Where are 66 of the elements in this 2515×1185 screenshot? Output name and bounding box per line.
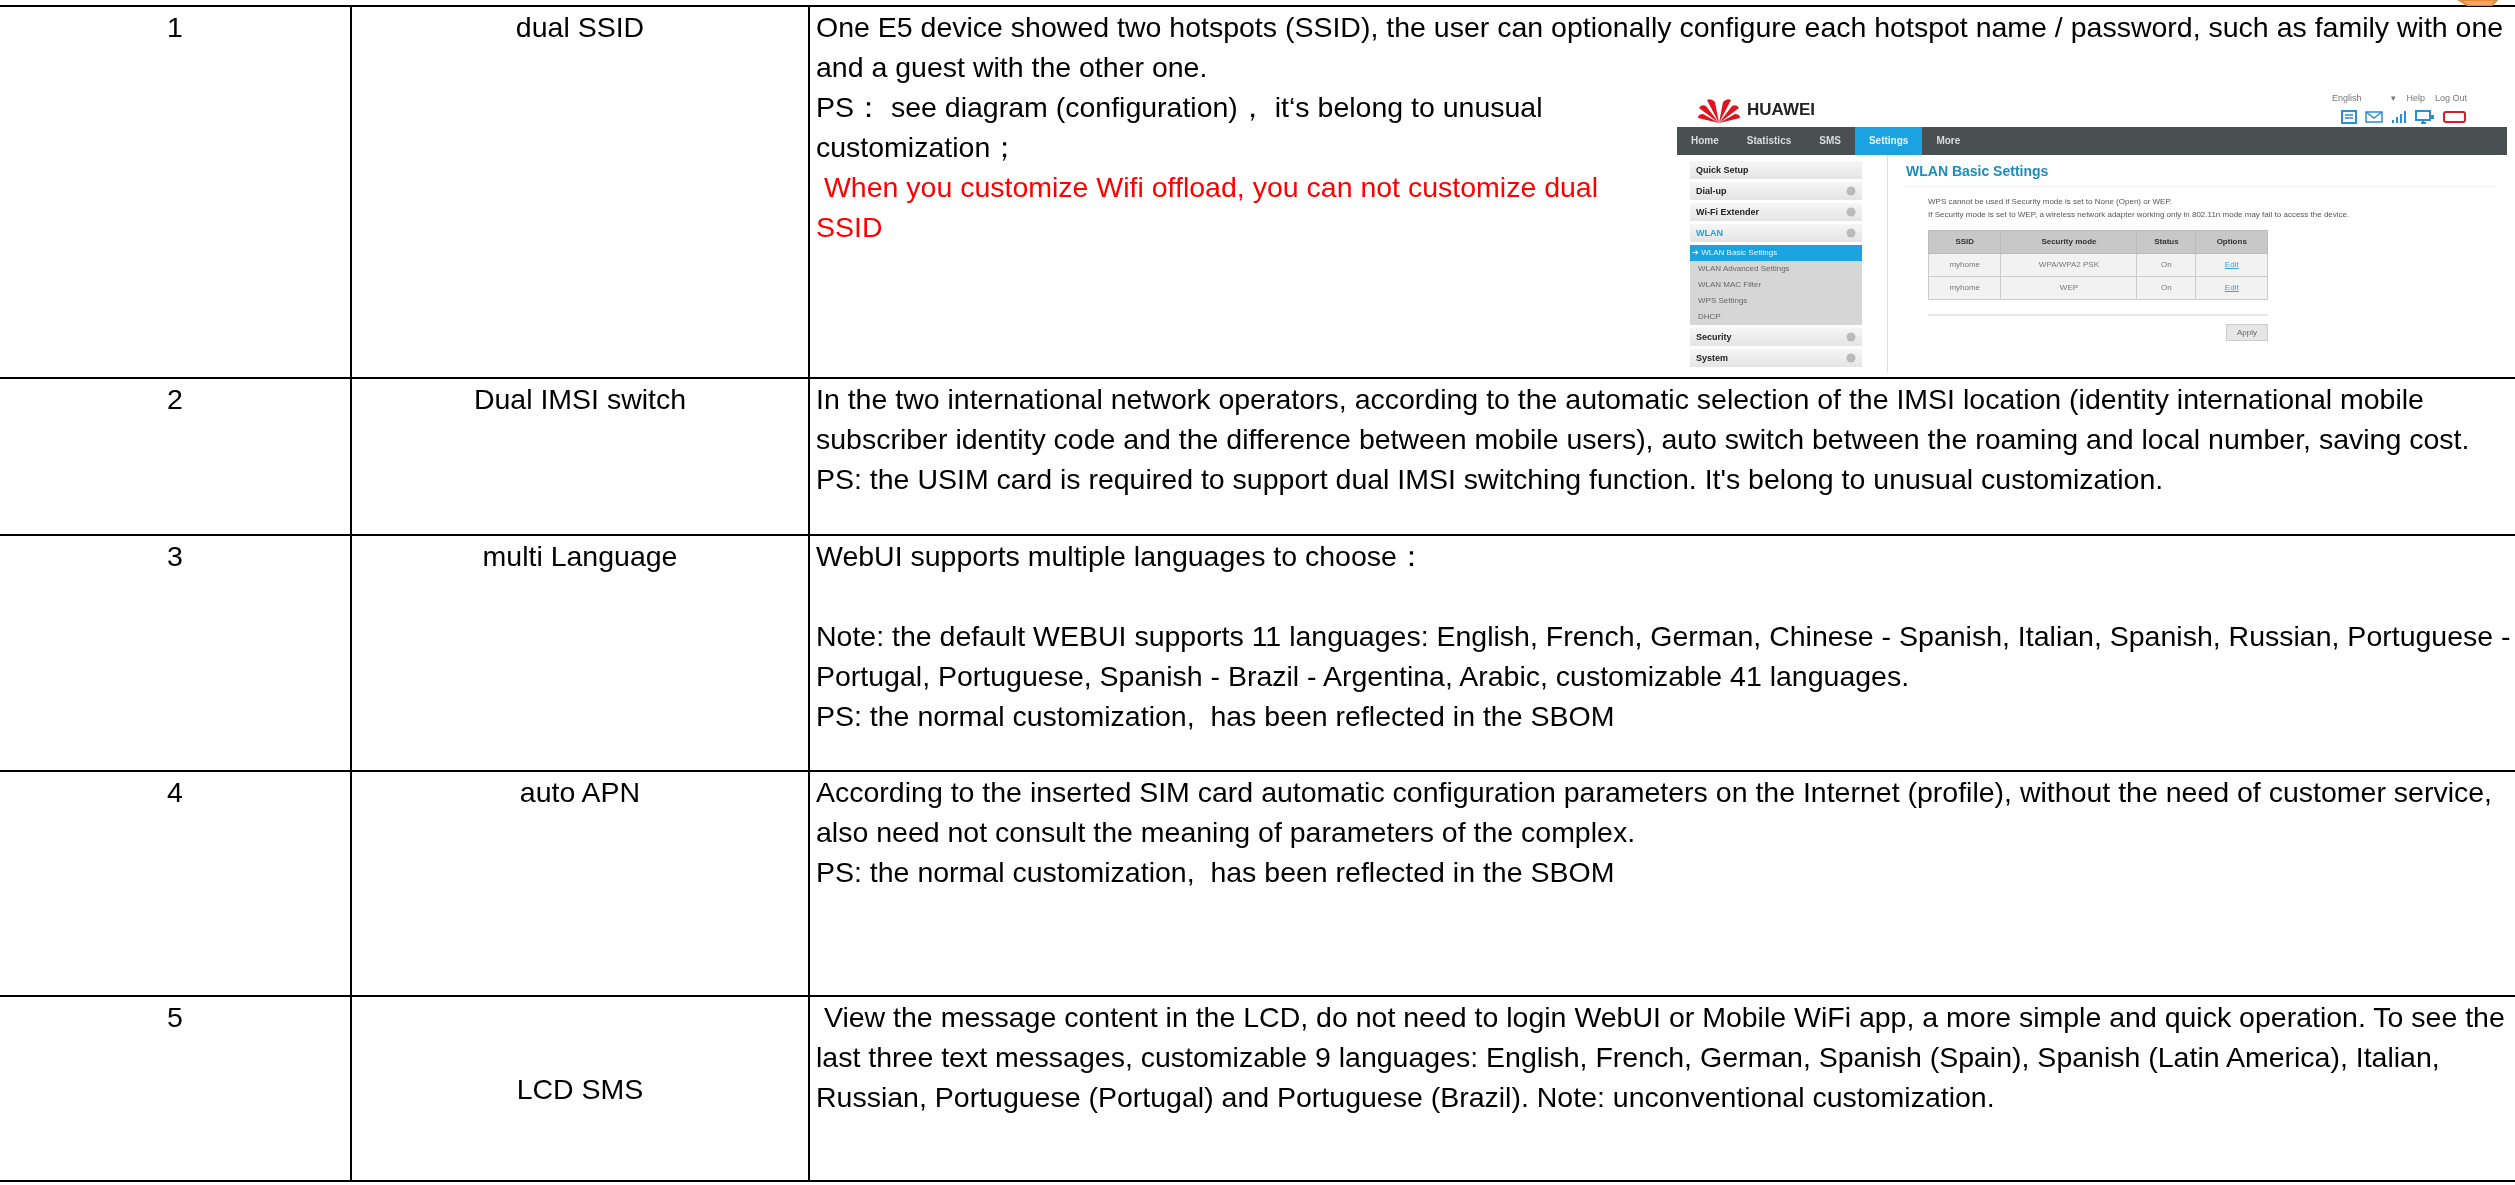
edit-link[interactable]: Edit <box>2224 260 2239 270</box>
warning-text: When you customize Wifi offload, you can not customize dual SSID <box>816 170 1600 245</box>
feature-name: multi Language <box>482 540 678 572</box>
nav-tab[interactable]: Settings <box>1854 127 1923 155</box>
toggle-icon <box>1846 228 1856 238</box>
row-number: 1 <box>0 7 352 379</box>
nav-tab[interactable]: Statistics <box>1732 127 1806 155</box>
column-header: Status <box>2136 230 2196 254</box>
row-number: 2 <box>0 379 352 536</box>
submenu-item[interactable]: DHCP <box>1690 309 1862 325</box>
nav-tab[interactable]: Home <box>1677 127 1733 155</box>
sidebar-item[interactable]: System <box>1690 349 1862 367</box>
mail-icon <box>2365 109 2383 124</box>
row-number: 3 <box>0 536 352 772</box>
table-cell: WEP <box>2001 276 2137 300</box>
list-icon <box>2341 109 2357 124</box>
monitor-icon <box>2415 109 2435 124</box>
row-number: 4 <box>0 772 352 997</box>
signal-icon <box>2391 109 2407 124</box>
description-text: Note: the default WEBUI supports 11 languages: English, French, German, Chinese - Spanish, Italian, Spanish, Russian, Portuguese - Portugal, Portuguese, Spanish - Brazil - Argentina, Arabic, customizable 41 languages. <box>816 619 2511 694</box>
submenu-item[interactable]: WPS Settings <box>1690 293 1862 309</box>
apply-button[interactable]: Apply <box>2226 324 2268 341</box>
toggle-icon <box>1846 332 1856 342</box>
sidebar-item[interactable]: Quick Setup <box>1690 161 1862 179</box>
page-title: WLAN Basic Settings <box>1906 163 2495 187</box>
note-text: WPS cannot be used if Security mode is set to None (Open) or WEP. <box>1928 196 2173 207</box>
description-text: PS: the USIM card is required to support dual IMSI switching function. It's belong to unusual customization. <box>816 462 2165 497</box>
feature-name: Dual IMSI switch <box>473 383 687 415</box>
nav-tab[interactable]: More <box>1922 127 1975 155</box>
submenu-item[interactable]: WLAN MAC Filter <box>1690 277 1862 293</box>
sidebar-item[interactable]: Dial-up <box>1690 182 1862 200</box>
description-text: WebUI supports multiple languages to choose： <box>816 539 1427 574</box>
sidebar-item[interactable]: Wi-Fi Extender <box>1690 203 1862 221</box>
column-header: Options <box>2196 230 2268 254</box>
submenu-item[interactable]: ➔ WLAN Basic Settings <box>1690 245 1862 261</box>
description-text: PS: the normal customization, has been reflected in the SBOM <box>816 855 1616 890</box>
flower-logo-icon <box>1697 96 1741 124</box>
submenu-item[interactable]: WLAN Advanced Settings <box>1690 261 1862 277</box>
toggle-icon <box>1846 353 1856 363</box>
header-link[interactable]: Log Out <box>2434 93 2467 104</box>
brand-name: HUAWEI <box>1747 99 1815 121</box>
header-link[interactable]: Help <box>2406 93 2425 104</box>
edit-link[interactable]: Edit <box>2224 283 2239 293</box>
table-cell: WPA/WPA2 PSK <box>2001 253 2137 277</box>
nav-tab[interactable]: SMS <box>1805 127 1855 155</box>
description-text: One E5 device showed two hotspots (SSID), the user can optionally configure each hotspot name / password, such as family with one and a guest with the other one. <box>816 10 2505 85</box>
language-select[interactable]: English ▾ <box>2331 93 2397 104</box>
table-cell: myhome <box>1928 253 2001 277</box>
toggle-icon <box>1846 186 1856 196</box>
description-text: PS: the normal customization, has been reflected in the SBOM <box>816 699 1616 734</box>
column-header: Security mode <box>2001 230 2137 254</box>
table-cell: myhome <box>1928 276 2001 300</box>
description-text: View the message content in the LCD, do not need to login WebUI or Mobile WiFi app, a more simple and quick operation. To see the last three text messages, customizable 9 languages: English, French, German, Spanish (Spain), Spanish (Latin America), Italian, Russian, Portuguese (Portugal) and Portuguese (Brazil). Note: unconventional customization. <box>816 1000 2506 1115</box>
feature-name: auto APN <box>519 776 641 808</box>
feature-name: dual SSID <box>515 11 645 43</box>
toggle-icon <box>1846 207 1856 217</box>
sidebar-item[interactable]: Security <box>1690 328 1862 346</box>
note-text: If Security mode is set to WEP, a wireless network adapter working only in 802.11n mode may fail to access the device. <box>1928 210 2351 220</box>
callout-pointer <box>2455 0 2501 6</box>
battery-icon <box>2443 109 2467 124</box>
description-text: In the two international network operators, according to the automatic selection of the IMSI location (identity international mobile subscriber identity code and the difference between mobile users), auto switch between the roaming and local number, saving cost. <box>816 382 2471 457</box>
description-text: According to the inserted SIM card automatic configuration parameters on the Internet (profile), without the need of customer service, also need not consult the meaning of parameters of the complex. <box>816 775 2494 850</box>
column-header: SSID <box>1928 230 2001 254</box>
row-number: 5 <box>0 997 352 1182</box>
description-text: PS： see diagram (configuration)， it‘s belong to unusual customization； <box>816 90 1544 165</box>
feature-name: LCD SMS <box>516 1071 644 1107</box>
